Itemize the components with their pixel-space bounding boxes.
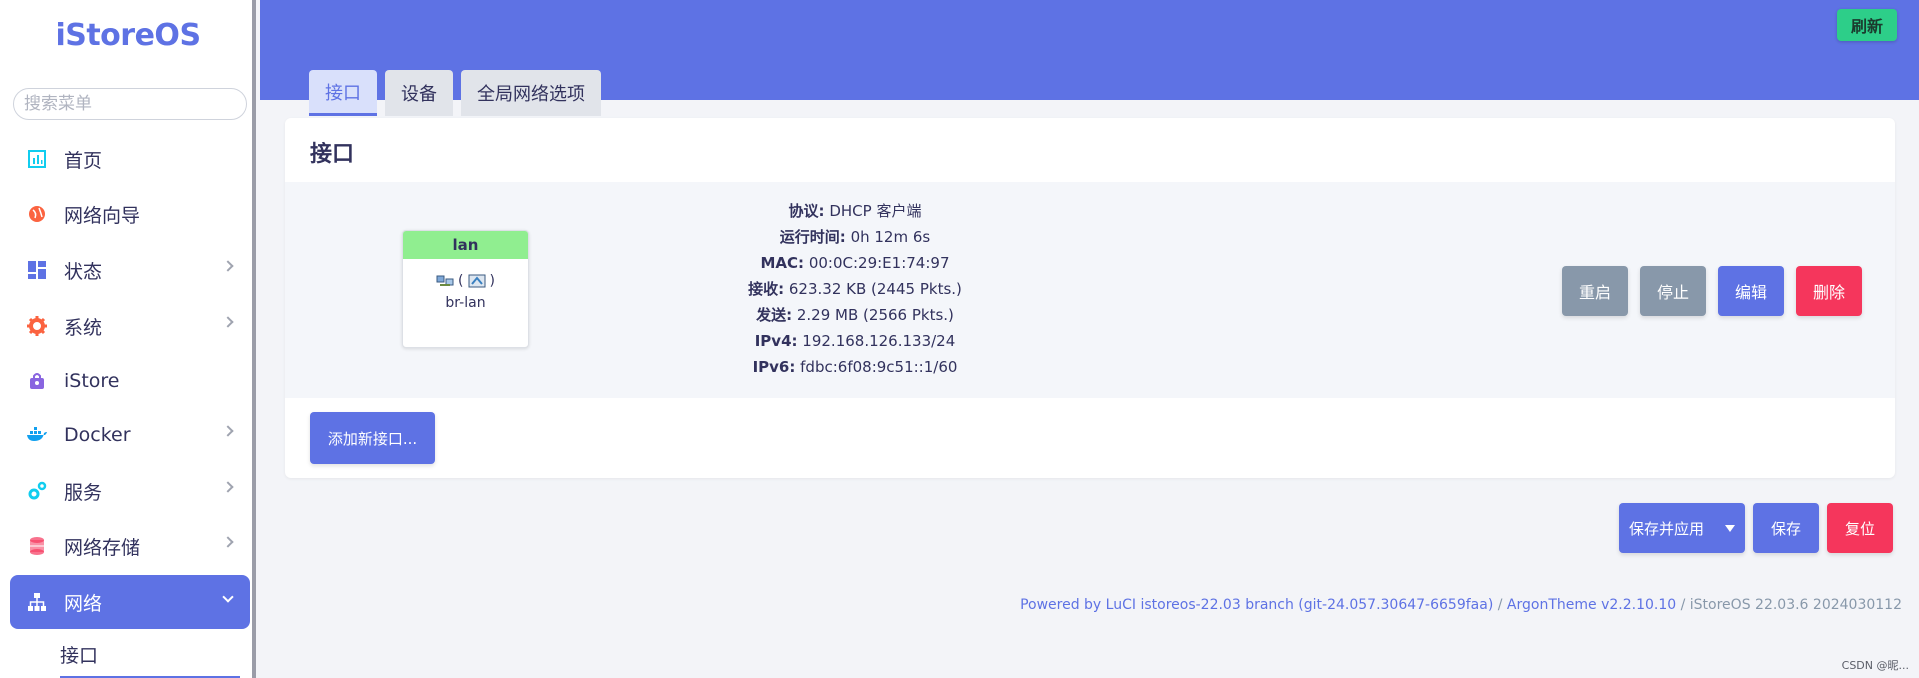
globe-icon (26, 203, 48, 225)
chevron-right-icon (222, 536, 234, 548)
add-interface-button[interactable]: 添加新接口... (310, 412, 435, 464)
info-rx: 接收: 623.32 KB (2445 Pkts.) (748, 280, 962, 298)
edit-button[interactable]: 编辑 (1718, 266, 1784, 316)
chevron-right-icon (222, 316, 234, 328)
info-tx: 发送: 2.29 MB (2566 Pkts.) (756, 306, 954, 324)
paren-close: ) (489, 273, 495, 289)
interface-name: lan (403, 231, 528, 259)
refresh-button[interactable]: 刷新 (1836, 9, 1897, 41)
tab-devices[interactable]: 设备 (385, 70, 453, 116)
watermark: CSDN @昵... (1841, 659, 1909, 672)
chevron-right-icon (222, 425, 234, 437)
sidebar-item-label: iStore (64, 370, 120, 392)
sidebar-item-network[interactable]: 网络 (10, 575, 250, 629)
sidebar-item-label: 首页 (64, 149, 103, 172)
sidebar-item-label: 网络向导 (64, 204, 141, 227)
paren-open: ( (458, 273, 464, 289)
sidebar-item-label: 状态 (64, 260, 103, 283)
footer-version: iStoreOS 22.03.6 2024030112 (1689, 597, 1902, 613)
sidebar-item-status[interactable]: 状态 (10, 245, 250, 295)
sidebar-item-label: 网络 (64, 592, 103, 615)
sidebar-item-home[interactable]: 首页 (10, 134, 250, 184)
tab-bar: 接口 设备 全局网络选项 (309, 70, 601, 116)
bottom-actions: 保存并应用 保存 复位 (1619, 503, 1893, 553)
sidebar-item-network-storage[interactable]: 网络存储 (10, 521, 250, 571)
info-ipv4: IPv4: 192.168.126.133/24 (754, 332, 956, 350)
submenu-item-interfaces[interactable]: 接口 (60, 641, 240, 678)
chevron-right-icon (222, 260, 234, 272)
grid-icon (26, 259, 48, 281)
info-uptime: 运行时间: 0h 12m 6s (779, 228, 931, 246)
ethernet-port-icon (468, 274, 485, 288)
chevron-right-icon (222, 481, 234, 493)
badge-icons: ( ) (403, 273, 528, 289)
sidebar-item-docker[interactable]: Docker (10, 410, 250, 460)
footer: Powered by LuCI istoreos-22.03 branch (g… (1020, 597, 1902, 613)
cogs-icon (26, 480, 48, 502)
interface-device: br-lan (445, 295, 486, 311)
save-button[interactable]: 保存 (1753, 503, 1819, 553)
sidebar-item-network-wizard[interactable]: 网络向导 (10, 189, 250, 239)
database-icon (26, 535, 48, 557)
docker-icon (26, 424, 48, 446)
sidebar-item-label: 服务 (64, 481, 103, 504)
sidebar-item-label: 网络存储 (64, 536, 141, 559)
stop-button[interactable]: 停止 (1640, 266, 1706, 316)
interface-row: lan ( ) br-lan 协议: DHCP 客户端 运行时间: 0h 12m… (285, 182, 1895, 398)
sidebar-item-label: Docker (64, 424, 131, 446)
info-ipv6: IPv6: fdbc:6f08:9c51::1/60 (752, 358, 958, 376)
interface-badge: lan ( ) br-lan (402, 230, 529, 348)
tab-global-network-options[interactable]: 全局网络选项 (461, 70, 601, 116)
caret-down-icon[interactable] (1725, 524, 1735, 532)
reset-button[interactable]: 复位 (1827, 503, 1893, 553)
save-apply-button[interactable]: 保存并应用 (1619, 503, 1745, 553)
interface-actions: 重启 停止 编辑 删除 (1562, 266, 1862, 316)
sidebar-item-label: 系统 (64, 316, 103, 339)
footer-theme-link[interactable]: ArgonTheme v2.2.10.10 (1507, 597, 1676, 613)
sidebar-scrollbar[interactable] (252, 0, 256, 678)
search-menu-input[interactable] (13, 88, 247, 120)
bag-icon (26, 370, 48, 392)
sidebar-item-system[interactable]: 系统 (10, 301, 250, 351)
chevron-down-icon (222, 591, 234, 603)
card-title: 接口 (310, 142, 355, 167)
sidebar: iStoreOS 首页 网络向导 状态 系统 iStore (0, 0, 256, 678)
save-apply-label: 保存并应用 (1629, 519, 1705, 538)
footer-luci-link[interactable]: Powered by LuCI istoreos-22.03 branch (g… (1020, 597, 1493, 613)
logo[interactable]: iStoreOS (0, 18, 256, 53)
gear-icon (26, 315, 48, 337)
sidebar-item-istore[interactable]: iStore (10, 356, 250, 406)
sidebar-item-services[interactable]: 服务 (10, 466, 250, 516)
tab-interfaces[interactable]: 接口 (309, 70, 377, 116)
network-icon (26, 591, 48, 613)
info-protocol: 协议: DHCP 客户端 (788, 202, 922, 220)
restart-button[interactable]: 重启 (1562, 266, 1628, 316)
info-mac: MAC: 00:0C:29:E1:74:97 (760, 254, 950, 272)
delete-button[interactable]: 删除 (1796, 266, 1862, 316)
interfaces-card: 接口 lan ( ) br-lan 协议: DHCP 客户端 运行时间: 0h … (285, 118, 1895, 478)
dashboard-icon (26, 148, 48, 170)
interface-info: 协议: DHCP 客户端 运行时间: 0h 12m 6s MAC: 00:0C:… (695, 198, 1015, 380)
bridge-icon (436, 275, 454, 286)
